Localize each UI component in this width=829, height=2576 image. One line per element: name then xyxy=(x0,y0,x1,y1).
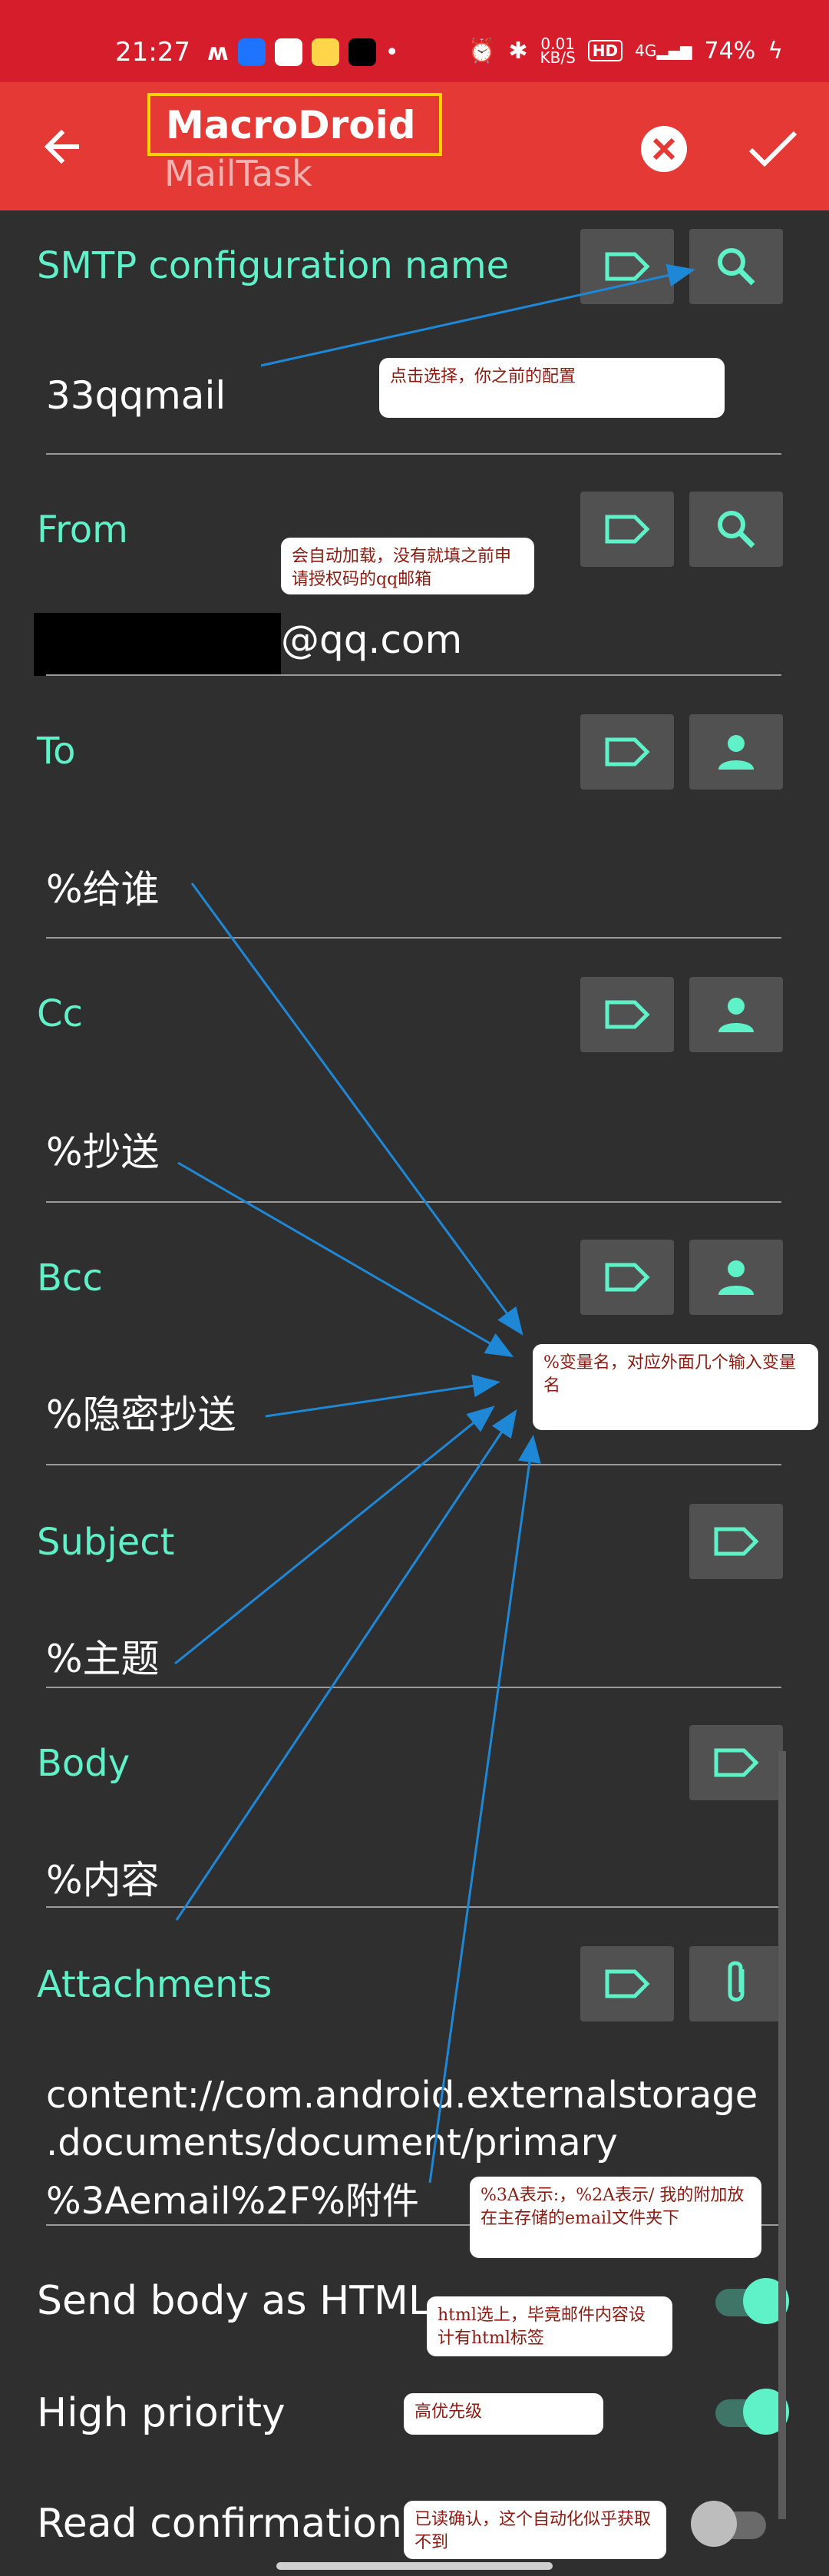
arrow-bcc xyxy=(265,1374,500,1418)
arrow-to xyxy=(190,882,523,1336)
arrow-body xyxy=(175,1409,517,1921)
arrow-smtp xyxy=(260,263,695,367)
annotation-arrows xyxy=(174,263,695,2184)
arrow-cc xyxy=(177,1161,514,1358)
arrow-attachments xyxy=(428,1435,541,2184)
arrow-subject xyxy=(174,1406,495,1665)
